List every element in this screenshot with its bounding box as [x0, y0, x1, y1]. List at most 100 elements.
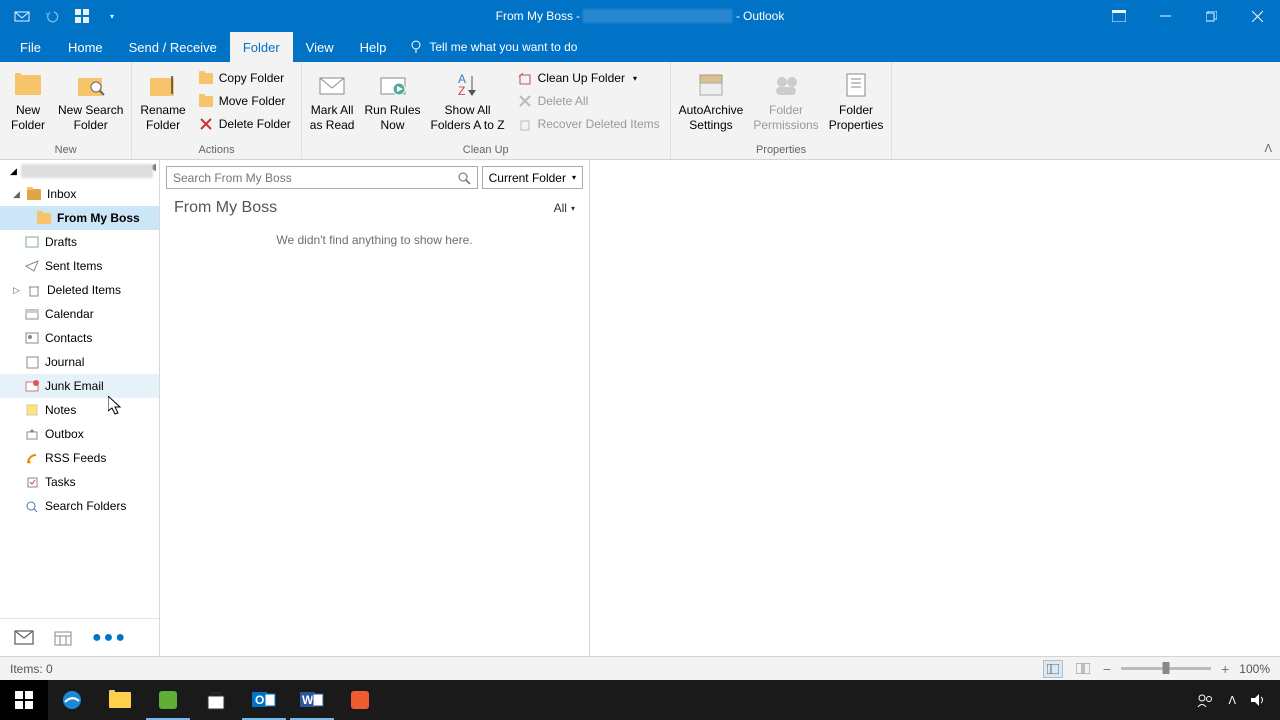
- copy-folder-button[interactable]: Copy Folder: [195, 68, 294, 88]
- group-actions-label: Actions: [136, 142, 296, 159]
- account-root[interactable]: ◢: [0, 160, 159, 182]
- status-items: Items: 0: [10, 662, 53, 676]
- minimize-button[interactable]: [1142, 0, 1188, 32]
- svg-text:Z: Z: [458, 84, 465, 98]
- ribbon-display-icon[interactable]: [1096, 0, 1142, 32]
- tray-volume-icon[interactable]: [1250, 693, 1266, 707]
- folder-journal[interactable]: Journal: [0, 350, 159, 374]
- folder-outbox[interactable]: Outbox: [0, 422, 159, 446]
- group-new-label: New: [4, 142, 127, 159]
- list-header-title: From My Boss: [174, 199, 277, 217]
- ribbon-tabs: File Home Send / Receive Folder View Hel…: [0, 32, 1280, 62]
- start-button[interactable]: [0, 680, 48, 720]
- svg-text:W: W: [302, 693, 314, 707]
- window-title: From My Boss - - Outlook: [496, 9, 785, 23]
- more-icon[interactable]: ●●●: [92, 629, 127, 647]
- account-name-redacted: [583, 9, 733, 23]
- tell-me-label: Tell me what you want to do: [429, 40, 577, 54]
- folder-inbox[interactable]: ◢Inbox: [0, 182, 159, 206]
- collapse-ribbon-icon[interactable]: ᐱ: [1264, 142, 1272, 155]
- group-cleanup-label: Clean Up: [306, 142, 666, 159]
- folder-properties-button[interactable]: Folder Properties: [825, 65, 888, 133]
- folder-notes[interactable]: Notes: [0, 398, 159, 422]
- group-properties-label: Properties: [675, 142, 888, 159]
- tab-view[interactable]: View: [293, 32, 347, 62]
- empty-list-message: We didn't find anything to show here.: [160, 221, 589, 259]
- clean-up-folder-button[interactable]: Clean Up Folder▾: [514, 68, 663, 88]
- quick-access-toolbar: ▾: [0, 6, 122, 26]
- taskbar-explorer[interactable]: [96, 680, 144, 720]
- qat-dropdown-icon[interactable]: ▾: [102, 6, 122, 26]
- tell-me-search[interactable]: Tell me what you want to do: [409, 32, 577, 62]
- rename-folder-button[interactable]: Rename Folder: [136, 65, 189, 133]
- message-list-pane: Search From My Boss Current Folder▾ From…: [160, 160, 590, 656]
- zoom-in-button[interactable]: +: [1221, 661, 1229, 677]
- tab-home[interactable]: Home: [55, 32, 116, 62]
- folder-calendar[interactable]: Calendar: [0, 302, 159, 326]
- folder-deleted-items[interactable]: ▷Deleted Items: [0, 278, 159, 302]
- window-controls: [1096, 0, 1280, 32]
- folder-tasks[interactable]: Tasks: [0, 470, 159, 494]
- folder-from-my-boss[interactable]: From My Boss: [0, 206, 159, 230]
- close-button[interactable]: [1234, 0, 1280, 32]
- tab-help[interactable]: Help: [347, 32, 400, 62]
- windows-taskbar: O W ᐱ: [0, 680, 1280, 720]
- taskbar-app-green[interactable]: [144, 680, 192, 720]
- folder-search-folders[interactable]: Search Folders: [0, 494, 159, 518]
- lightbulb-icon: [409, 40, 423, 54]
- send-receive-all-icon[interactable]: [12, 6, 32, 26]
- mail-icon[interactable]: [14, 630, 34, 645]
- tray-chevron-up-icon[interactable]: ᐱ: [1228, 694, 1236, 707]
- view-reading-button[interactable]: [1073, 660, 1093, 678]
- undo-icon[interactable]: [42, 6, 62, 26]
- search-placeholder: Search From My Boss: [173, 171, 292, 185]
- title-folder: From My Boss: [496, 9, 573, 23]
- list-filter-dropdown[interactable]: All▾: [554, 201, 575, 215]
- tab-send-receive[interactable]: Send / Receive: [116, 32, 230, 62]
- maximize-button[interactable]: [1188, 0, 1234, 32]
- title-bar: ▾ From My Boss - - Outlook: [0, 0, 1280, 32]
- tray-people-icon[interactable]: [1196, 692, 1214, 708]
- folder-contacts[interactable]: Contacts: [0, 326, 159, 350]
- view-normal-button[interactable]: [1043, 660, 1063, 678]
- folder-sent-items[interactable]: Sent Items: [0, 254, 159, 278]
- autoarchive-settings-button[interactable]: AutoArchive Settings: [675, 65, 748, 133]
- recover-deleted-button[interactable]: Recover Deleted Items: [514, 114, 663, 134]
- search-scope-dropdown[interactable]: Current Folder▾: [482, 166, 583, 189]
- taskbar-app-orange[interactable]: [336, 680, 384, 720]
- folder-drafts[interactable]: Drafts: [0, 230, 159, 254]
- new-search-folder-button[interactable]: New Search Folder: [54, 65, 127, 133]
- move-folder-button[interactable]: Move Folder: [195, 91, 294, 111]
- svg-text:O: O: [255, 693, 264, 707]
- workspace: ◀ ◢ ◢Inbox From My Boss Drafts Sent Item…: [0, 160, 1280, 656]
- taskbar-edge[interactable]: [48, 680, 96, 720]
- grid-icon[interactable]: [72, 6, 92, 26]
- folder-pane: ◀ ◢ ◢Inbox From My Boss Drafts Sent Item…: [0, 160, 160, 656]
- delete-folder-button[interactable]: Delete Folder: [195, 114, 294, 134]
- show-all-folders-az-button[interactable]: AZShow All Folders A to Z: [427, 65, 509, 133]
- delete-all-button[interactable]: Delete All: [514, 91, 663, 111]
- folder-permissions-button[interactable]: Folder Permissions: [749, 65, 822, 133]
- zoom-slider[interactable]: [1121, 667, 1211, 670]
- reading-pane: [590, 160, 1280, 656]
- tab-file[interactable]: File: [6, 32, 55, 62]
- title-sep: -: [576, 9, 580, 23]
- calendar-icon[interactable]: [54, 630, 72, 646]
- folder-rss-feeds[interactable]: RSS Feeds: [0, 446, 159, 470]
- status-bar: Items: 0 − + 100%: [0, 656, 1280, 680]
- search-icon[interactable]: [457, 171, 471, 185]
- folder-junk-email[interactable]: Junk Email: [0, 374, 159, 398]
- mark-all-read-button[interactable]: Mark All as Read: [306, 65, 359, 133]
- system-tray: ᐱ: [1196, 680, 1280, 720]
- title-sep: -: [736, 9, 740, 23]
- taskbar-store[interactable]: [192, 680, 240, 720]
- taskbar-word[interactable]: W: [288, 680, 336, 720]
- new-folder-button[interactable]: New Folder: [4, 65, 52, 133]
- tab-folder[interactable]: Folder: [230, 32, 293, 62]
- taskbar-outlook[interactable]: O: [240, 680, 288, 720]
- run-rules-now-button[interactable]: Run Rules Now: [360, 65, 424, 133]
- zoom-level: 100%: [1239, 662, 1270, 676]
- zoom-out-button[interactable]: −: [1103, 661, 1111, 677]
- search-input[interactable]: Search From My Boss: [166, 166, 478, 189]
- title-app: Outlook: [743, 9, 784, 23]
